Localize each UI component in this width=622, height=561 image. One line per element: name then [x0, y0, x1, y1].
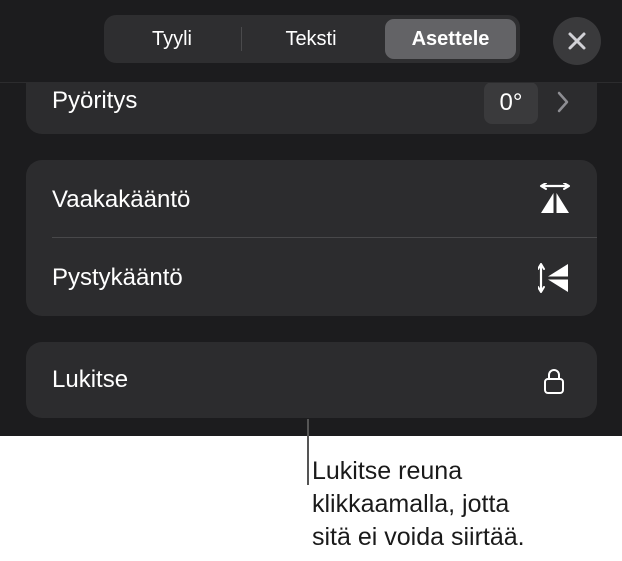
- lock-card: Lukitse: [26, 342, 597, 418]
- flip-vertical-icon: [537, 261, 570, 300]
- lock-icon: [543, 367, 565, 400]
- tab-divider: [241, 27, 242, 51]
- callout-line-3: sitä ei voida siirtää.: [312, 523, 525, 551]
- lock-button[interactable]: Lukitse: [26, 342, 597, 418]
- callout-text: Lukitse reuna klikkaamalla, jotta sitä e…: [312, 455, 612, 554]
- callout-line-1: Lukitse reuna: [312, 457, 463, 485]
- tab-text[interactable]: Teksti: [244, 19, 378, 59]
- callout-line: [307, 419, 309, 485]
- flip-horizontal-label: Vaakakääntö: [52, 186, 191, 213]
- chevron-right-icon[interactable]: [556, 90, 570, 119]
- flip-vertical-button[interactable]: Pystykääntö: [26, 238, 597, 316]
- flip-card: Vaakakääntö Pystykääntö: [26, 160, 597, 316]
- top-toolbar: Tyyli Teksti Asettele: [0, 0, 622, 83]
- tab-style[interactable]: Tyyli: [108, 19, 236, 59]
- rotation-label: Pyöritys: [52, 87, 138, 114]
- close-icon: [568, 32, 586, 50]
- rotation-value-field[interactable]: 0°: [484, 82, 538, 124]
- tab-switcher: Tyyli Teksti Asettele: [104, 15, 520, 63]
- flip-horizontal-button[interactable]: Vaakakääntö: [26, 160, 597, 238]
- flip-vertical-label: Pystykääntö: [52, 264, 183, 291]
- lock-label: Lukitse: [52, 366, 129, 393]
- format-panel: Pyöritys 0° Vaakakääntö Pystykääntö Luki…: [0, 0, 622, 436]
- tab-arrange[interactable]: Asettele: [385, 19, 516, 59]
- callout-line-2: klikkaamalla, jotta: [312, 490, 510, 518]
- close-button[interactable]: [553, 17, 601, 65]
- flip-horizontal-icon: [538, 182, 572, 220]
